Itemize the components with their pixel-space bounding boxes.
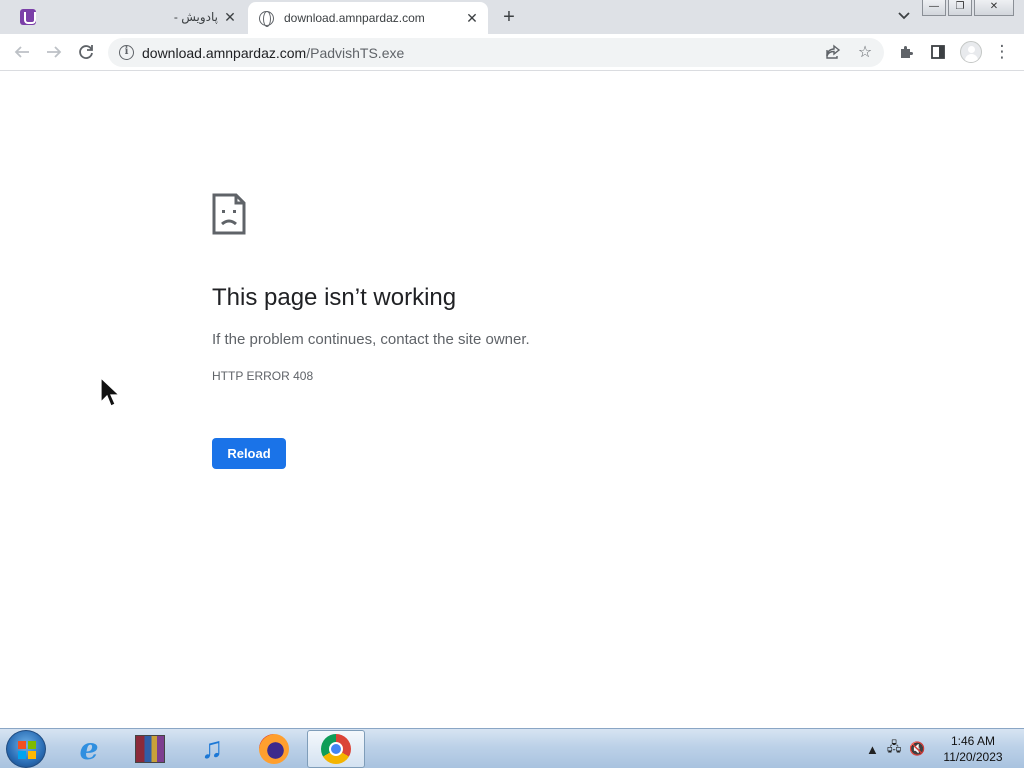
address-bar[interactable]: i download.amnpardaz.com/PadvishTS.exe ☆ xyxy=(108,38,884,67)
browser-toolbar: i download.amnpardaz.com/PadvishTS.exe ☆… xyxy=(0,34,1024,71)
volume-muted-icon[interactable]: 🔇 xyxy=(909,741,925,757)
clock-date: 11/20/2023 xyxy=(943,750,1003,764)
system-tray: ▲ 🖧 🔇 xyxy=(866,739,926,759)
url-path: /PadvishTS.exe xyxy=(306,45,405,61)
winrar-icon xyxy=(135,735,165,763)
error-title: This page isn’t working xyxy=(212,284,457,311)
taskbar-internet-explorer[interactable]: e xyxy=(60,730,118,768)
sad-page-icon xyxy=(212,193,246,235)
close-window-button[interactable]: ✕ xyxy=(974,0,1014,16)
site-info-icon[interactable]: i xyxy=(119,45,134,60)
system-clock[interactable]: 1:46 AM 11/20/2023 xyxy=(936,733,1010,765)
url-text[interactable]: download.amnpardaz.com/PadvishTS.exe xyxy=(142,45,404,61)
mouse-cursor-icon xyxy=(100,377,121,407)
profile-avatar[interactable] xyxy=(960,41,982,63)
extensions-puzzle-icon[interactable] xyxy=(896,42,916,62)
forward-arrow-icon[interactable] xyxy=(44,42,64,62)
padvish-app-icon xyxy=(20,9,36,25)
tab-download[interactable]: download.amnpardaz.com ✕ xyxy=(248,2,488,34)
reload-button[interactable]: Reload xyxy=(212,438,286,469)
chrome-icon xyxy=(321,734,351,764)
restore-button[interactable]: ❐ xyxy=(948,0,972,16)
minimize-button[interactable]: — xyxy=(922,0,946,16)
reload-icon[interactable] xyxy=(76,42,96,62)
windows-taskbar: e ♫ ▲ 🖧 🔇 1:46 AM 11/20/2023 xyxy=(0,728,1024,768)
tab-padvish[interactable]: پادویش - ✕ xyxy=(8,0,246,34)
window-controls: — ❐ ✕ xyxy=(922,0,1014,16)
back-arrow-icon[interactable] xyxy=(12,42,32,62)
close-tab-icon[interactable]: ✕ xyxy=(464,10,480,26)
taskbar-chrome[interactable] xyxy=(307,730,365,768)
network-icon[interactable]: 🖧 xyxy=(887,738,902,760)
close-tab-icon[interactable]: ✕ xyxy=(222,9,238,25)
tab-search-chevron-icon[interactable] xyxy=(897,9,911,23)
start-button[interactable] xyxy=(6,730,46,768)
show-hidden-icons-chevron-icon[interactable]: ▲ xyxy=(866,742,879,757)
firefox-icon xyxy=(259,734,289,764)
clock-time: 1:46 AM xyxy=(950,734,996,748)
error-page: This page isn’t working If the problem c… xyxy=(0,72,1024,728)
new-tab-button[interactable]: + xyxy=(500,7,518,27)
bookmark-star-icon[interactable]: ☆ xyxy=(856,44,874,62)
internet-explorer-icon: e xyxy=(79,731,99,767)
side-panel-icon[interactable] xyxy=(928,42,948,62)
taskbar-itunes[interactable]: ♫ xyxy=(183,730,241,768)
taskbar-winrar[interactable] xyxy=(121,730,179,768)
error-code: HTTP ERROR 408 xyxy=(212,369,314,383)
taskbar-firefox[interactable] xyxy=(245,730,303,768)
globe-icon xyxy=(259,10,274,27)
url-host: download.amnpardaz.com xyxy=(142,45,307,61)
error-subtitle: If the problem continues, contact the si… xyxy=(212,331,530,348)
tab-strip: پادویش - ✕ download.amnpardaz.com ✕ + — … xyxy=(0,0,1024,34)
tab-title: download.amnpardaz.com xyxy=(284,11,425,25)
music-note-icon: ♫ xyxy=(200,732,224,765)
tab-title: پادویش - xyxy=(173,10,218,24)
windows-logo-icon xyxy=(18,741,36,759)
share-icon[interactable] xyxy=(824,44,842,62)
more-menu-icon[interactable]: ⋮ xyxy=(992,42,1012,62)
